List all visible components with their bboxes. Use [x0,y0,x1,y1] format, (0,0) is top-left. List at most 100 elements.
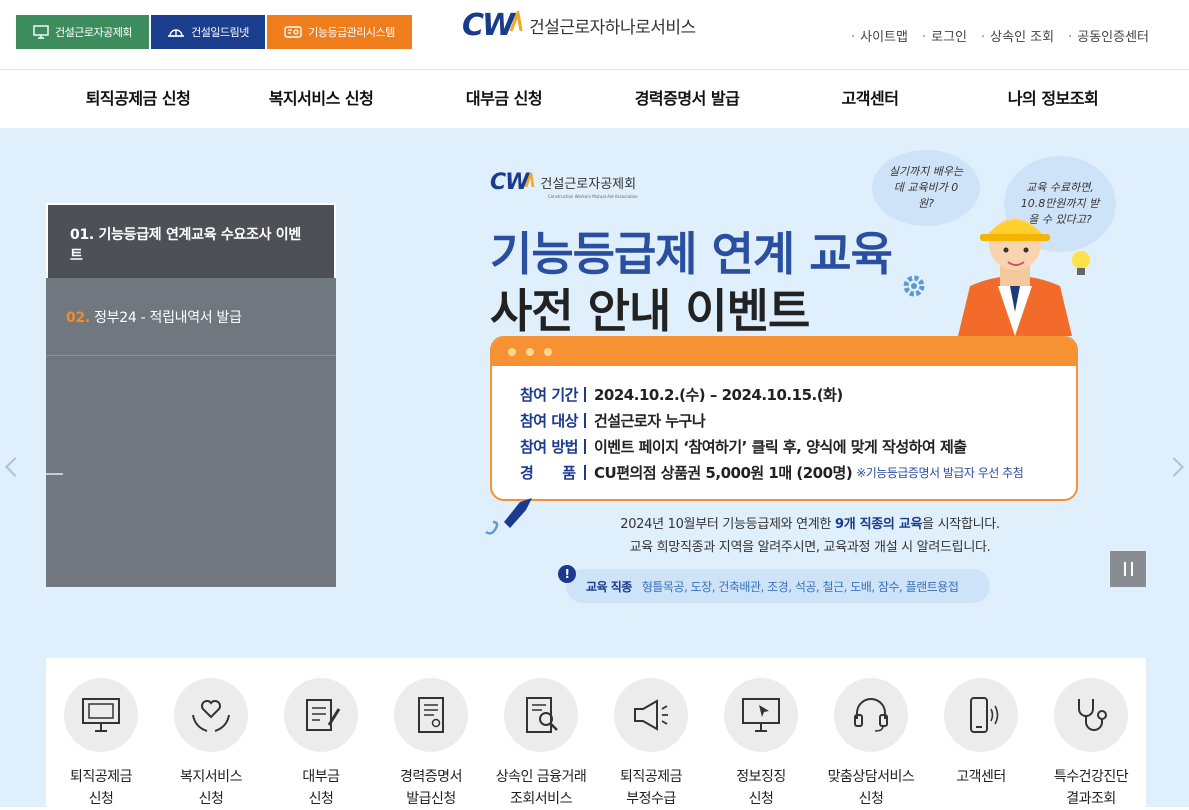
quick-item-label: 상속인 금융거래 조회서비스 [495,769,587,807]
util-sitemap[interactable]: 사이트맵 [851,26,908,45]
info-key: 참여 기간 [520,386,578,404]
family-site-dreamnet[interactable]: 건설일드림넷 [151,15,265,49]
document-search-icon [504,678,578,752]
info-key: 참여 방법 [520,438,578,456]
info-key: 참여 대상 [520,412,578,430]
slide-tab-label: 기능등급제 연계교육 수요조사 이벤트 [70,227,301,264]
family-site-skill-grade[interactable]: 기능등급관리시스템 [267,15,412,49]
slide-tab-1[interactable]: 01. 기능등급제 연계교육 수요조사 이벤트 [46,203,336,278]
smartphone-icon [944,678,1018,752]
info-value: 2024.10.2.(수) – 2024.10.15.(화) [594,386,843,404]
quick-item-counsel[interactable]: 맞춤상담서비스 신청 [816,658,926,810]
quick-item-fraud-report[interactable]: 퇴직공제금 부정수급 [596,658,706,810]
progress-line [46,473,63,475]
panel-window-bar [492,338,1076,366]
desc-text: 을 시작합니다. [922,517,1000,532]
info-row-prize: 경 품 CU편의점 상품권 5,000원 1매 (200명) ※기능등급증명서 … [520,462,1024,483]
nav-career-certificate[interactable]: 경력증명서 발급 [635,70,740,128]
jobs-label: 교육 직종 [586,579,632,594]
lightbulb-icon [1072,251,1090,275]
quick-item-label: 고객센터 [956,769,1006,785]
info-value: CU편의점 상품권 5,000원 1매 (200명) [594,464,853,482]
logo-swoosh-icon [509,10,523,32]
quick-item-customer-center[interactable]: 고객센터 [926,658,1036,788]
util-cert-center[interactable]: 공동인증센터 [1068,26,1149,45]
util-heir-search[interactable]: 상속인 조회 [981,26,1054,45]
quick-item-career-cert[interactable]: 경력증명서 발급신청 [376,658,486,810]
desc-line-1: 2024년 10월부터 기능등급제와 연계한 9개 직종의 교육을 시작합니다. [480,513,1140,536]
info-row-period: 참여 기간 2024.10.2.(수) – 2024.10.15.(화) [520,384,843,405]
slide-tab-label: 정부24 - 적립내역서 발급 [94,310,242,326]
nav-welfare-service[interactable]: 복지서비스 신청 [269,70,374,128]
event-info-panel: 참여 기간 2024.10.2.(수) – 2024.10.15.(화) 참여 … [490,336,1078,501]
quick-item-label: 대부금 신청 [302,769,340,807]
family-site-label: 건설근로자공제회 [55,26,132,39]
clipboard-pen-icon [284,678,358,752]
job-types-box: ! 교육 직종 형틀목공, 도장, 건축배관, 조경, 석공, 철근, 도배, … [558,565,990,603]
info-key: 경 품 [520,464,576,482]
site-logo[interactable]: CW 건설근로자하나로서비스 [462,8,696,43]
exclamation-icon: ! [558,565,576,583]
nav-customer-center[interactable]: 고객센터 [842,70,899,128]
quick-item-loan[interactable]: 대부금 신청 [266,658,376,810]
desc-line-2: 교육 희망직종과 지역을 알려주시면, 교육과정 개설 시 알려드립니다. [629,540,991,555]
info-row-method: 참여 방법 이벤트 페이지 ‘참여하기’ 클릭 후, 양식에 맞게 작성하여 제… [520,436,967,457]
slide-tab-list: 01. 기능등급제 연계교육 수요조사 이벤트 02. 정부24 - 적립내역서… [46,203,336,587]
monitor-icon [33,25,49,39]
heart-hands-icon [174,678,248,752]
banner-org-sub: Construction Workers Mutual Aid Associat… [548,194,638,199]
nav-retirement-claim[interactable]: 퇴직공제금 신청 [86,70,191,128]
main-nav: 퇴직공제금 신청 복지서비스 신청 대부금 신청 경력증명서 발급 고객센터 나… [0,70,1189,128]
banner-wordmark: CW [490,170,529,195]
info-note: ※기능등급증명서 발급자 우선 추첨 [856,466,1024,480]
monitor-cursor-icon [724,678,798,752]
quick-item-health-check[interactable]: 특수건강진단 결과조회 [1036,658,1146,810]
next-arrow-icon[interactable] [1164,457,1184,477]
logo-wordmark: CW [462,8,515,43]
computer-icon [64,678,138,752]
slide-tab-2[interactable]: 02. 정부24 - 적립내역서 발급 [46,278,336,356]
util-login[interactable]: 로그인 [922,26,967,45]
event-description: 2024년 10월부터 기능등급제와 연계한 9개 직종의 교육을 시작합니다.… [480,513,1140,559]
nav-my-info[interactable]: 나의 정보조회 [1008,70,1099,128]
certificate-document-icon [394,678,468,752]
helmet-icon [168,29,185,37]
banner-org-name: 건설근로자공제회 [540,177,637,192]
quick-item-label: 경력증명서 발급신청 [400,769,462,807]
quick-item-label: 특수건강진단 결과조회 [1053,769,1129,807]
info-value: 이벤트 페이지 ‘참여하기’ 클릭 후, 양식에 맞게 작성하여 제출 [594,438,967,456]
quick-item-label: 퇴직공제금 신청 [70,769,132,807]
family-site-label: 기능등급관리시스템 [308,26,395,39]
slide-tab-number: 02. [66,310,90,326]
logo-name: 건설근로자하나로서비스 [529,18,696,38]
family-site-kcwma[interactable]: 건설근로자공제회 [16,15,149,49]
prev-arrow-icon[interactable] [5,457,25,477]
quick-item-retirement[interactable]: 퇴직공제금 신청 [46,658,156,810]
event-banner[interactable]: CW 건설근로자공제회 Construction Workers Mutual … [480,148,1140,608]
utility-links: 사이트맵 로그인 상속인 조회 공동인증센터 [851,26,1149,45]
certificate-icon [284,26,302,38]
info-row-target: 참여 대상 건설근로자 누구나 [520,410,706,431]
quick-item-label: 퇴직공제금 부정수급 [620,769,682,807]
stethoscope-icon [1054,678,1128,752]
desc-highlight: 9개 직종의 교육 [834,517,923,532]
slide-tab-number: 01. [70,227,94,243]
quick-item-info-request[interactable]: 정보징징 신청 [706,658,816,810]
quick-item-label: 복지서비스 신청 [180,769,242,807]
info-value: 건설근로자 누구나 [594,412,706,430]
quick-item-label: 정보징징 신청 [736,769,786,807]
quick-item-heir-finance[interactable]: 상속인 금융거래 조회서비스 [486,658,596,810]
gear-icon [903,275,925,297]
jobs-list: 형틀목공, 도장, 건축배관, 조경, 석공, 철근, 도배, 잠수, 플랜트용… [641,579,959,594]
banner-org-logo: CW 건설근로자공제회 Construction Workers Mutual … [490,170,638,199]
megaphone-icon [614,678,688,752]
family-site-label: 건설일드림넷 [191,26,249,39]
quick-item-label: 맞춤상담서비스 신청 [827,769,915,807]
banner-title-line-2: 사전 안내 이벤트 [490,284,810,338]
nav-loan[interactable]: 대부금 신청 [466,70,543,128]
header: 건설근로자공제회 건설일드림넷 기능등급관리시스템 CW 건설근로자하나로서비스… [0,0,1189,70]
headset-icon [834,678,908,752]
quick-item-welfare[interactable]: 복지서비스 신청 [156,658,266,810]
desc-text: 2024년 10월부터 기능등급제와 연계한 [620,517,835,532]
logo-swoosh-icon [525,172,535,187]
